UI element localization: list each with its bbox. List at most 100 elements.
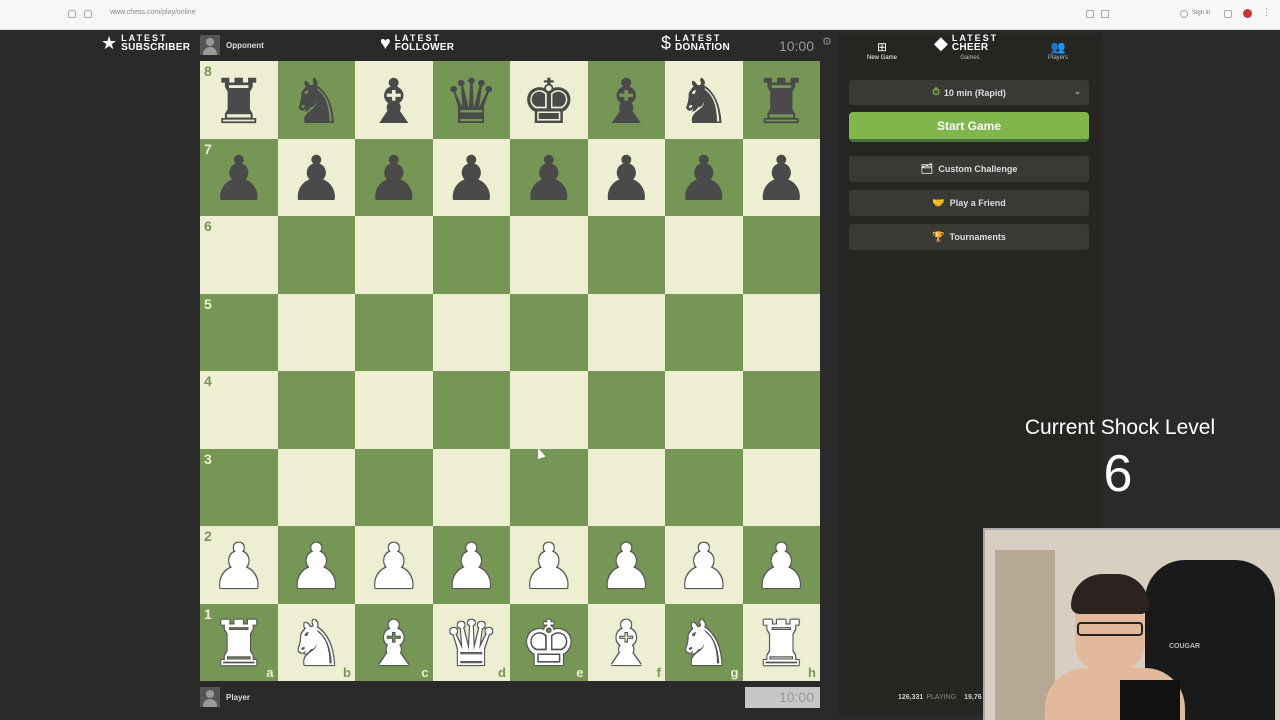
square-f7[interactable]: ♟: [587, 138, 665, 216]
account-icon[interactable]: [1180, 10, 1188, 18]
square-e8[interactable]: ♚: [510, 61, 588, 139]
square-h8[interactable]: ♜: [742, 61, 820, 139]
black-piece[interactable]: ♞: [676, 70, 732, 133]
square-g7[interactable]: ♟: [665, 138, 743, 216]
sign-in-link[interactable]: Sign in: [1192, 10, 1210, 16]
square-e7[interactable]: ♟: [510, 138, 588, 216]
black-piece[interactable]: ♟: [288, 148, 344, 210]
black-piece[interactable]: ♟: [676, 148, 732, 210]
square-g4[interactable]: [665, 371, 743, 449]
square-d2[interactable]: ♟: [432, 526, 510, 604]
white-piece[interactable]: ♜: [211, 613, 267, 675]
square-c8[interactable]: ♝: [355, 61, 433, 139]
square-d1[interactable]: d ♛: [432, 603, 510, 681]
player-name[interactable]: Player: [226, 693, 250, 702]
square-e6[interactable]: [510, 216, 588, 294]
square-e1[interactable]: e ♚: [510, 603, 588, 681]
square-a6[interactable]: 6: [200, 216, 278, 294]
black-piece[interactable]: ♟: [443, 148, 499, 210]
white-piece[interactable]: ♛: [443, 613, 499, 675]
square-b3[interactable]: [277, 448, 355, 526]
white-piece[interactable]: ♚: [521, 613, 577, 675]
square-a3[interactable]: 3: [200, 448, 278, 526]
white-piece[interactable]: ♟: [211, 535, 267, 598]
square-f4[interactable]: [587, 371, 665, 449]
square-e4[interactable]: [510, 371, 588, 449]
black-piece[interactable]: ♝: [366, 70, 422, 133]
square-e3[interactable]: [510, 448, 588, 526]
square-d5[interactable]: [432, 293, 510, 371]
extensions-icon[interactable]: [1224, 10, 1232, 18]
square-a1[interactable]: 1 a ♜: [200, 603, 278, 681]
square-e2[interactable]: ♟: [510, 526, 588, 604]
square-c2[interactable]: ♟: [355, 526, 433, 604]
white-piece[interactable]: ♝: [598, 613, 654, 675]
square-b2[interactable]: ♟: [277, 526, 355, 604]
square-c1[interactable]: c ♝: [355, 603, 433, 681]
extension-icon[interactable]: [1243, 9, 1252, 18]
square-f8[interactable]: ♝: [587, 61, 665, 139]
black-piece[interactable]: ♟: [521, 148, 577, 210]
square-a4[interactable]: 4: [200, 371, 278, 449]
square-b1[interactable]: b ♞: [277, 603, 355, 681]
chess-board[interactable]: 8 ♜ ♞ ♝ ♛ ♚ ♝ ♞ ♜ 7 ♟ ♟ ♟ ♟ ♟ ♟ ♟ ♟ 6 5 4 3 2 ♟ ♟ ♟ ♟ ♟ ♟ ♟ ♟ 1 a ♜ b ♞ c ♝ d ♛…: [200, 61, 820, 681]
square-e5[interactable]: [510, 293, 588, 371]
reader-icon[interactable]: [1086, 10, 1094, 18]
start-game-button[interactable]: Start Game: [849, 112, 1089, 142]
white-piece[interactable]: ♟: [366, 535, 422, 598]
white-piece[interactable]: ♟: [443, 535, 499, 598]
square-d7[interactable]: ♟: [432, 138, 510, 216]
black-piece[interactable]: ♜: [753, 70, 809, 133]
custom-challenge-button[interactable]: 🗂 Custom Challenge: [849, 156, 1089, 182]
menu-icon[interactable]: ⋮: [1262, 7, 1271, 17]
square-h1[interactable]: h ♜: [742, 603, 820, 681]
white-piece[interactable]: ♝: [366, 613, 422, 675]
square-h7[interactable]: ♟: [742, 138, 820, 216]
white-piece[interactable]: ♟: [521, 535, 577, 598]
square-f1[interactable]: f ♝: [587, 603, 665, 681]
square-b8[interactable]: ♞: [277, 61, 355, 139]
tournaments-button[interactable]: 🏆 Tournaments: [849, 224, 1089, 250]
square-f5[interactable]: [587, 293, 665, 371]
square-f2[interactable]: ♟: [587, 526, 665, 604]
black-piece[interactable]: ♚: [521, 70, 577, 133]
black-piece[interactable]: ♟: [366, 148, 422, 210]
square-c7[interactable]: ♟: [355, 138, 433, 216]
square-c4[interactable]: [355, 371, 433, 449]
square-c6[interactable]: [355, 216, 433, 294]
square-f3[interactable]: [587, 448, 665, 526]
player-avatar[interactable]: [200, 687, 220, 707]
square-h6[interactable]: [742, 216, 820, 294]
square-a7[interactable]: 7 ♟: [200, 138, 278, 216]
square-a2[interactable]: 2 ♟: [200, 526, 278, 604]
black-piece[interactable]: ♜: [211, 70, 267, 133]
white-piece[interactable]: ♟: [288, 535, 344, 598]
black-piece[interactable]: ♝: [598, 70, 654, 133]
square-h3[interactable]: [742, 448, 820, 526]
square-d4[interactable]: [432, 371, 510, 449]
tab-players[interactable]: 👥 Players: [1014, 33, 1102, 69]
square-g2[interactable]: ♟: [665, 526, 743, 604]
square-g3[interactable]: [665, 448, 743, 526]
square-a8[interactable]: 8 ♜: [200, 61, 278, 139]
white-piece[interactable]: ♟: [598, 535, 654, 598]
square-g8[interactable]: ♞: [665, 61, 743, 139]
square-g5[interactable]: [665, 293, 743, 371]
time-control-select[interactable]: ⏱ 10 min (Rapid) ⌄: [849, 80, 1089, 105]
square-d8[interactable]: ♛: [432, 61, 510, 139]
square-b5[interactable]: [277, 293, 355, 371]
black-piece[interactable]: ♞: [288, 70, 344, 133]
opponent-avatar[interactable]: [200, 35, 220, 55]
tab-new-game[interactable]: ⊞ New Game: [838, 33, 926, 69]
white-piece[interactable]: ♟: [676, 535, 732, 598]
black-piece[interactable]: ♟: [753, 148, 809, 210]
bookmark-star-icon[interactable]: [1101, 10, 1109, 18]
play-a-friend-button[interactable]: 🤝 Play a Friend: [849, 190, 1089, 216]
black-piece[interactable]: ♟: [211, 148, 267, 210]
square-h2[interactable]: ♟: [742, 526, 820, 604]
square-c5[interactable]: [355, 293, 433, 371]
square-a5[interactable]: 5: [200, 293, 278, 371]
square-g6[interactable]: [665, 216, 743, 294]
square-c3[interactable]: [355, 448, 433, 526]
square-b4[interactable]: [277, 371, 355, 449]
